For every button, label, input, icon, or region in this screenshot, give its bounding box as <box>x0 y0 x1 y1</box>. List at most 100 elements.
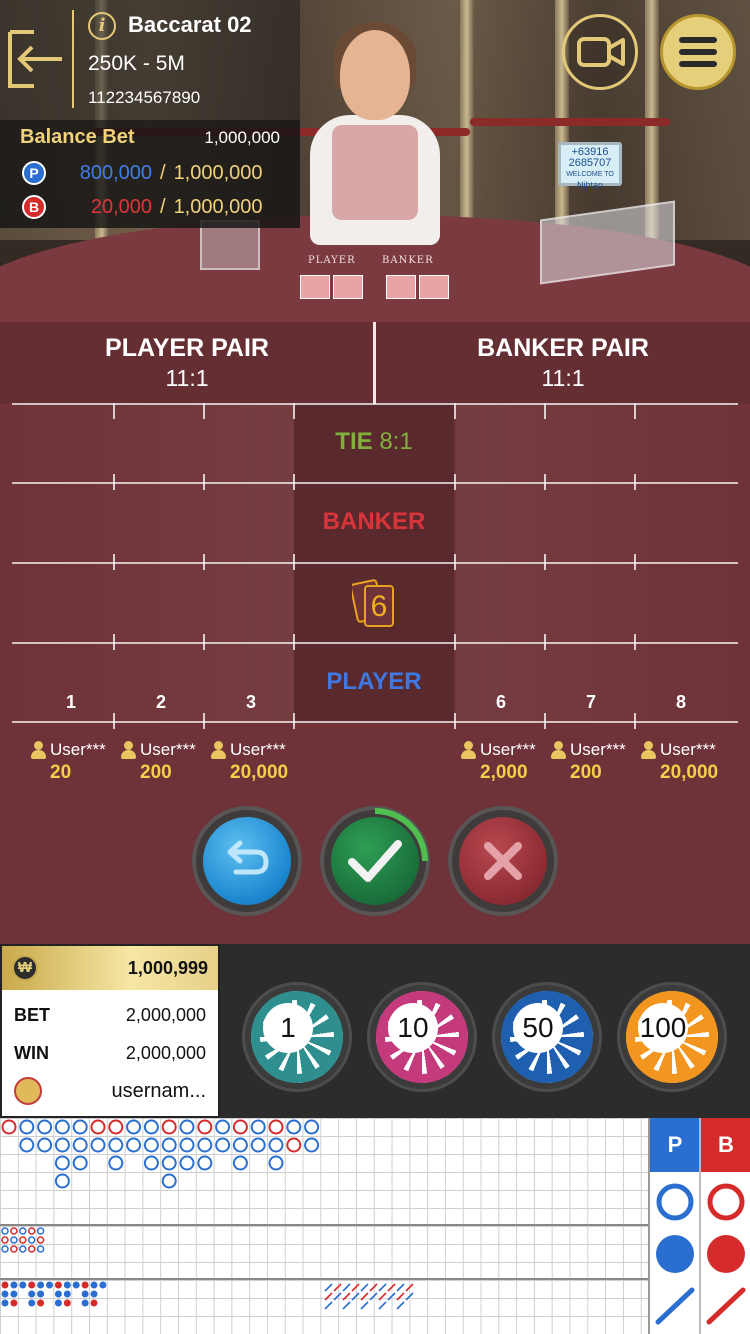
cockroach-road-mark <box>405 1283 414 1292</box>
big-eye-road-mark <box>19 1236 27 1244</box>
wallet-panel: ₩ 1,000,999 BET 2,000,000 WIN 2,000,000 … <box>0 944 220 1118</box>
small-road-mark <box>63 1281 71 1289</box>
cockroach-road-mark <box>324 1301 333 1310</box>
cockroach-road-mark <box>342 1292 351 1301</box>
big-road-mark <box>19 1119 35 1135</box>
chip-50[interactable]: 50 <box>492 982 602 1092</box>
big-eye-road-mark <box>1 1227 9 1235</box>
cancel-button[interactable] <box>448 806 558 916</box>
undo-button[interactable] <box>192 806 302 916</box>
player-pair-bet-area[interactable]: PLAYER PAIR 11:1 <box>0 322 374 404</box>
small-road-mark <box>90 1290 98 1298</box>
banker-pair-bet-area[interactable]: BANKER PAIR 11:1 <box>376 322 750 404</box>
info-icon[interactable]: i <box>88 12 116 40</box>
cockroach-road-mark <box>360 1283 369 1292</box>
big-road-mark <box>215 1119 231 1135</box>
big-road-mark <box>90 1137 106 1153</box>
small-road-mark <box>28 1299 36 1307</box>
player-card <box>300 275 330 299</box>
small-road-mark <box>10 1281 18 1289</box>
user-bet-amount: 200 <box>140 762 172 783</box>
bet-value: 2,000,000 <box>125 1004 206 1025</box>
seat-number: 1 <box>65 692 76 712</box>
big-road <box>1 1119 320 1189</box>
seat-user: User*** 200 <box>550 740 626 788</box>
cockroach-road-mark <box>351 1283 360 1292</box>
big-eye-road-mark <box>36 1245 45 1253</box>
prediction-panel: P B <box>648 1118 750 1334</box>
scoreboard-roadmap[interactable] <box>0 1118 648 1334</box>
small-road-mark <box>63 1290 71 1298</box>
user-bet-amount: 2,000 <box>480 762 528 783</box>
big-eye-road-mark <box>19 1245 27 1253</box>
balance-bet-label: Balance Bet <box>20 126 135 148</box>
back-button[interactable] <box>6 28 66 90</box>
seat-number: 8 <box>675 692 686 712</box>
big-eye-road-mark <box>10 1227 18 1235</box>
confirm-button[interactable] <box>320 806 430 916</box>
user-bet-amount: 20,000 <box>660 762 719 783</box>
big-road-mark <box>143 1137 159 1153</box>
baccarat-game-screen: +63916 2685707 WELCOME TO Nihtan PLAYER BA… <box>0 0 750 1334</box>
seat-user: User*** 200 <box>120 740 196 788</box>
big-road-mark <box>54 1173 70 1189</box>
cockroach-road-mark <box>378 1301 387 1310</box>
cockroach-slash-icon <box>655 1287 695 1325</box>
small-road-mark <box>19 1281 27 1289</box>
small-road-mark <box>1 1290 9 1298</box>
user-icon <box>460 741 476 759</box>
chip-tray: 1 10 50 100 <box>220 944 750 1118</box>
big-eye-road-mark <box>36 1236 45 1244</box>
cockroach-road-mark <box>387 1292 396 1301</box>
betting-table: PLAYER PAIR 11:1 BANKER PAIR 11:1 TIE 8:… <box>0 322 750 944</box>
game-info-panel: i Baccarat 02 250K - 5M 112234567890 Bal… <box>0 0 300 228</box>
camera-button[interactable] <box>562 14 638 90</box>
chip-100[interactable]: 100 <box>617 982 727 1092</box>
dealer-display: +63916 2685707 WELCOME TO Nihtan <box>558 142 622 190</box>
seat-user: User*** 20 <box>30 740 106 788</box>
banker-card <box>419 275 449 299</box>
tie-bet-area[interactable]: TIE 8:1 <box>294 428 454 456</box>
predict-banker-header[interactable]: B <box>701 1118 750 1172</box>
big-eye-road-mark <box>10 1236 18 1244</box>
undo-icon <box>227 840 269 875</box>
big-eye-road-mark <box>36 1227 45 1235</box>
banker-bet-current: 20,000 <box>90 195 152 218</box>
banker-bet-max: 1,000,000 <box>173 195 263 218</box>
big-eye-circle-icon <box>707 1183 745 1221</box>
big-road-mark <box>54 1119 70 1135</box>
avatar[interactable] <box>14 1077 42 1105</box>
big-road-mark <box>304 1119 320 1135</box>
chip-1[interactable]: 1 <box>242 982 352 1092</box>
big-eye-road-mark <box>27 1227 36 1235</box>
small-road-mark <box>37 1299 45 1307</box>
big-road-mark <box>126 1137 142 1153</box>
predict-player-header[interactable]: P <box>650 1118 700 1172</box>
cockroach-road-mark <box>387 1283 396 1292</box>
big-road-mark <box>268 1137 284 1153</box>
banker-bet-area[interactable]: BANKER <box>294 508 454 536</box>
dealer <box>300 20 450 250</box>
big-road-mark <box>250 1119 266 1135</box>
small-road-mark <box>54 1290 62 1298</box>
small-road-mark <box>1 1281 9 1289</box>
seat-user: User*** 20,000 <box>210 740 288 788</box>
big-eye-road-mark <box>27 1245 36 1253</box>
big-road-mark <box>90 1119 106 1135</box>
cockroach-road-mark <box>396 1301 405 1310</box>
prediction-icons <box>655 1183 746 1325</box>
big-road-mark <box>286 1137 302 1153</box>
video-camera-icon <box>577 37 625 67</box>
menu-button[interactable] <box>660 14 736 90</box>
player-bet-area[interactable]: PLAYER <box>294 668 454 696</box>
won-currency-icon: ₩ <box>12 955 38 981</box>
small-road-mark <box>99 1281 107 1289</box>
seat-number: 2 <box>155 692 166 712</box>
small-road-mark <box>1 1299 9 1307</box>
cockroach-slash-icon <box>706 1287 746 1325</box>
seat-user: User*** 2,000 <box>460 740 536 788</box>
small-road-mark <box>54 1281 62 1289</box>
big-road-mark <box>197 1119 213 1135</box>
chip-10[interactable]: 10 <box>367 982 477 1092</box>
big-road-mark <box>72 1137 88 1153</box>
